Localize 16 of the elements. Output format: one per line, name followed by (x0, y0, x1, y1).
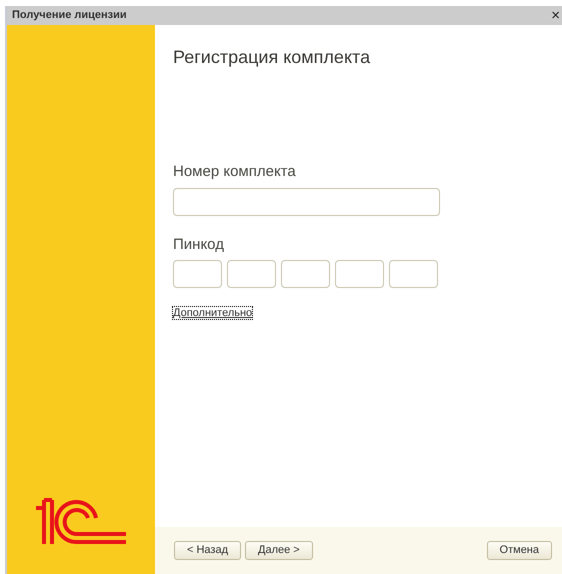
wizard-button[interactable]: < Назад (174, 541, 241, 560)
window-title: Получение лицензии (12, 8, 127, 24)
field-label: Номер комплекта (173, 162, 297, 182)
logo-icon (34, 496, 128, 546)
pin-field[interactable] (173, 260, 222, 288)
pin-field[interactable] (335, 260, 384, 288)
wizard-button[interactable]: Отмена (486, 541, 552, 560)
pin-field[interactable] (227, 260, 276, 288)
field-label: Пинкод (173, 234, 225, 254)
kit-number-field[interactable] (173, 188, 440, 216)
more-link[interactable]: Дополнительно (173, 307, 252, 320)
pin-field[interactable] (389, 260, 438, 288)
pin-field[interactable] (281, 260, 330, 288)
wizard-button[interactable]: Далее > (245, 541, 313, 560)
page-heading: Регистрация комплекта (173, 46, 372, 69)
close-button[interactable]: × (549, 8, 562, 23)
